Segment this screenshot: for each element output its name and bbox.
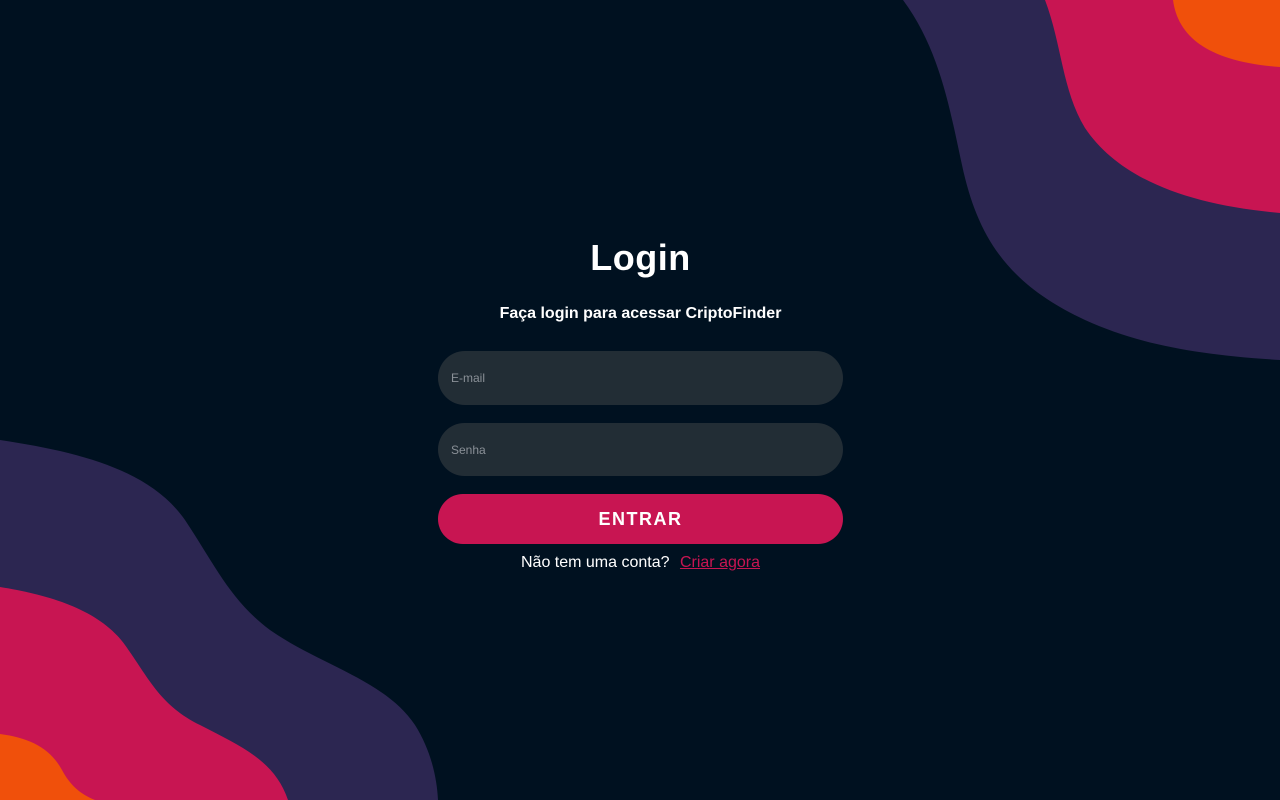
page-title: Login	[590, 237, 691, 278]
password-field[interactable]	[438, 423, 843, 476]
signup-prompt: Não tem uma conta?	[520, 554, 670, 571]
email-field[interactable]	[438, 351, 843, 405]
login-form: Login Faça login para acessar CriptoFind…	[438, 230, 843, 572]
login-page: Login Faça login para acessar CriptoFind…	[0, 0, 1280, 800]
page-subtitle: Faça login para acessar CriptoFinder	[499, 305, 782, 322]
create-account-link[interactable]: Criar agora	[680, 554, 760, 571]
login-button[interactable]: ENTRAR	[438, 494, 843, 544]
signup-row: Não tem uma conta? Criar agora	[521, 554, 760, 572]
